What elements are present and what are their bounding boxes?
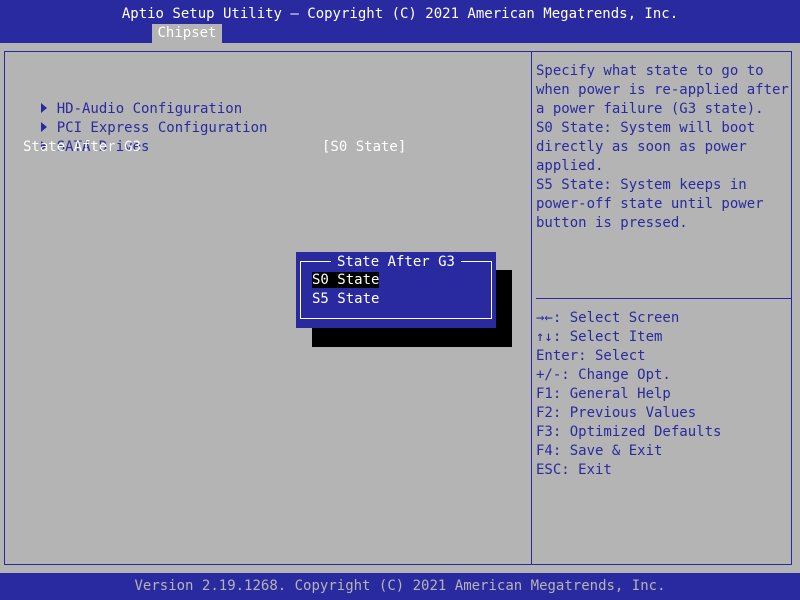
key-help-select-item: ↑↓: Select Item — [536, 329, 663, 345]
menu-item-hd-audio[interactable]: HD-Audio Configuration — [7, 81, 242, 117]
help-divider — [536, 298, 792, 299]
key-help-change-opt: +/-: Change Opt. — [536, 367, 671, 383]
help-text-line: directly as soon as power — [536, 139, 747, 155]
key-help-enter: Enter: Select — [536, 348, 646, 364]
key-help-f2: F2: Previous Values — [536, 405, 697, 421]
key-help-esc: ESC: Exit — [536, 462, 612, 478]
help-text-line: applied. — [536, 158, 604, 174]
menu-item-sata-drives[interactable]: SATA Drives — [7, 119, 149, 155]
tab-chipset[interactable]: Chipset — [152, 24, 222, 43]
help-text-line: Specify what state to go to — [536, 63, 764, 79]
version-footer: Version 2.19.1268. Copyright (C) 2021 Am… — [134, 578, 666, 594]
help-text-line: S5 State: System keeps in — [536, 177, 747, 193]
key-help-f1: F1: General Help — [536, 386, 671, 402]
setting-state-after-g3[interactable]: State After G3 — [23, 138, 141, 157]
help-text-line: S0 State: System will boot — [536, 120, 756, 136]
setting-value[interactable]: [S0 State] — [322, 138, 406, 157]
help-text-line: when power is re-applied after — [536, 82, 789, 98]
menu-item-pci-express[interactable]: PCI Express Configuration — [7, 100, 267, 136]
state-after-g3-popup: State After G3 S0 State S5 State — [296, 252, 496, 328]
key-help-select-screen: →←: Select Screen — [536, 310, 680, 326]
app-title: Aptio Setup Utility – Copyright (C) 2021… — [121, 6, 679, 22]
help-text-line: a power failure (G3 state). — [536, 101, 764, 117]
panel-divider — [531, 51, 532, 565]
help-text-line: power-off state until power — [536, 196, 764, 212]
key-help-f4: F4: Save & Exit — [536, 443, 663, 459]
help-text-line: button is pressed. — [536, 215, 688, 231]
popup-option-s5-state[interactable]: S5 State — [312, 290, 379, 309]
title-bar: Aptio Setup Utility – Copyright (C) 2021… — [0, 0, 800, 43]
popup-option-s0-state[interactable]: S0 State — [312, 271, 380, 290]
popup-title: State After G3 — [296, 253, 496, 272]
key-help-f3: F3: Optimized Defaults — [536, 424, 722, 440]
